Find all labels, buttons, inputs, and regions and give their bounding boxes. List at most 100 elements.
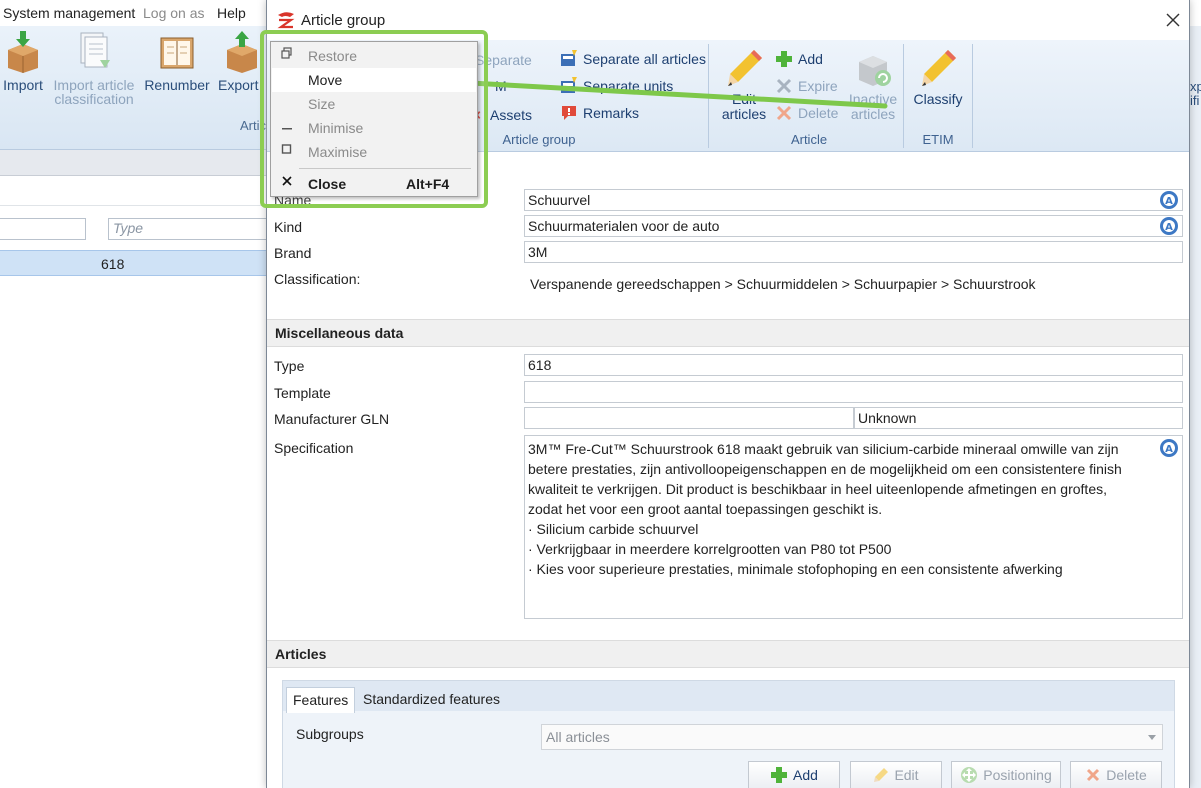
menu-item-maximise[interactable]: Maximise [272, 140, 476, 164]
manufacturer-gln-field[interactable] [524, 407, 854, 429]
import-button[interactable]: Import [0, 30, 46, 92]
background-row-type-cell: 618 [101, 256, 125, 272]
positioning-button-label: Positioning [983, 767, 1052, 783]
menu-separator [299, 168, 471, 169]
template-label: Template [274, 385, 331, 401]
spec-line: · Verkrijgbaar in meerdere korrelgrootte… [528, 541, 892, 557]
menu-item-size[interactable]: Size [272, 92, 476, 116]
delete-button-label: Delete [1106, 767, 1147, 783]
manufacturer-gln-label: Manufacturer GLN [274, 411, 390, 427]
specification-textarea[interactable]: 3M™ Fre-Cut™ Schuurstrook 618 maakt gebr… [524, 435, 1183, 619]
ribbon-separator [972, 44, 973, 148]
subgroups-select[interactable]: All articles [541, 724, 1163, 750]
brand-label: Brand [274, 245, 312, 261]
subgroups-selected-value: All articles [546, 729, 610, 745]
tab-standardized-features[interactable]: Standardized features [357, 687, 506, 713]
background-selected-row[interactable] [0, 250, 270, 276]
restore-label: Restore [308, 48, 358, 64]
classify-button[interactable]: Classify [910, 48, 966, 107]
tab-features[interactable]: Features [286, 687, 356, 713]
size-label: Size [308, 96, 336, 112]
template-field[interactable] [524, 381, 1183, 403]
tab-strip: Features Standardized features [283, 681, 1174, 713]
etim-section-label: ETIM [922, 132, 954, 147]
translate-icon[interactable]: A [1159, 438, 1179, 458]
background-filter-input[interactable] [0, 218, 86, 240]
name-field[interactable]: Schuurvel [524, 189, 1183, 211]
dialog-title: Article group [301, 12, 386, 29]
translate-icon[interactable]: A [1159, 216, 1179, 236]
menu-item-move[interactable]: Move [272, 68, 476, 92]
articles-tab-panel: Features Standardized features Subgroups… [282, 680, 1175, 788]
maximise-icon [280, 143, 294, 159]
menu-log-on-as[interactable]: Log on as [143, 5, 205, 21]
renumber-button[interactable]: Renumber [144, 30, 210, 92]
plus-icon [771, 767, 788, 783]
type-label: Type [274, 358, 305, 374]
article-section-label: Article [790, 132, 828, 147]
import-label: Import [3, 77, 43, 93]
restore-icon [280, 47, 294, 63]
spec-line: zodat het voor een groot aantal toepassi… [528, 501, 883, 517]
pencil-icon [922, 50, 956, 86]
spec-line: betere prestaties, zijn antivolloopeigen… [528, 461, 1122, 477]
export-label: Export [218, 77, 259, 93]
spec-line: · Silicium carbide schuurvel [528, 521, 699, 537]
close-icon [280, 175, 294, 191]
export-button[interactable]: Export [218, 30, 266, 92]
type-field[interactable]: 618 [524, 354, 1183, 376]
subgroups-label: Subgroups [296, 726, 364, 742]
move-arrows-icon [961, 767, 978, 783]
ribbon-separator [903, 44, 904, 148]
ledger-icon [160, 37, 194, 69]
manufacturer-gln-status: Unknown [854, 407, 1183, 429]
import-article-classification-label: Import article classification [53, 77, 135, 107]
maximise-label: Maximise [308, 144, 368, 160]
close-label: Close [308, 176, 347, 192]
menu-help[interactable]: Help [217, 5, 246, 21]
move-label: Move [308, 72, 343, 88]
box-export-icon [227, 31, 257, 73]
article-group-section-label: Article group [502, 132, 576, 147]
classification-label: Classification: [274, 271, 361, 287]
highlighted-system-menu: Restore Move Size Minimise Maximise Clos… [260, 30, 488, 208]
kind-field[interactable]: Schuurmaterialen voor de auto [524, 215, 1183, 237]
menu-item-close[interactable]: Close Alt+F4 [272, 172, 476, 196]
translate-icon[interactable]: A [1159, 190, 1179, 210]
close-shortcut: Alt+F4 [406, 176, 450, 192]
minimise-label: Minimise [308, 120, 364, 136]
background-subheader-bar [0, 182, 270, 206]
kind-label: Kind [274, 219, 303, 235]
system-menu: Restore Move Size Minimise Maximise Clos… [270, 41, 478, 197]
specification-label: Specification [274, 440, 354, 456]
add-button-label: Add [793, 767, 818, 783]
menu-item-restore[interactable]: Restore [272, 44, 476, 68]
add-button[interactable]: Add [748, 761, 840, 788]
app-logo-icon [277, 12, 295, 29]
background-right-edge-label: xp ifi [1190, 79, 1201, 108]
close-icon[interactable] [1163, 10, 1183, 30]
import-article-classification-button[interactable]: Import article classification [52, 30, 136, 106]
edit-button-label: Edit [894, 767, 919, 783]
edit-button[interactable]: Edit [850, 761, 942, 788]
svg-text:A: A [1165, 196, 1173, 207]
article-group-form: Name Schuurvel A Kind Schuurmaterialen v… [267, 152, 1189, 788]
articles-header: Articles [267, 640, 1189, 668]
classification-path: Verspanende gereedschappen > Schuurmidde… [530, 276, 1036, 292]
brand-field[interactable]: 3M [524, 241, 1183, 263]
spec-line: · Kies voor superieure prestaties, minim… [528, 561, 1063, 577]
delete-button[interactable]: Delete [1070, 761, 1162, 788]
spec-line: kwaliteit te verkrijgen. Dit product is … [528, 481, 1107, 497]
delete-x-icon [1087, 768, 1100, 782]
chevron-down-icon [1148, 735, 1156, 740]
minimise-icon [280, 119, 294, 135]
positioning-button[interactable]: Positioning [951, 761, 1061, 788]
document-import-icon [80, 32, 110, 68]
background-type-filter-input[interactable]: Type [108, 218, 268, 240]
menu-system-management[interactable]: System management [3, 5, 135, 21]
renumber-label: Renumber [144, 77, 210, 93]
misc-data-header: Miscellaneous data [267, 319, 1189, 347]
svg-text:A: A [1165, 444, 1173, 455]
box-import-icon [8, 31, 38, 73]
menu-item-minimise[interactable]: Minimise [272, 116, 476, 140]
